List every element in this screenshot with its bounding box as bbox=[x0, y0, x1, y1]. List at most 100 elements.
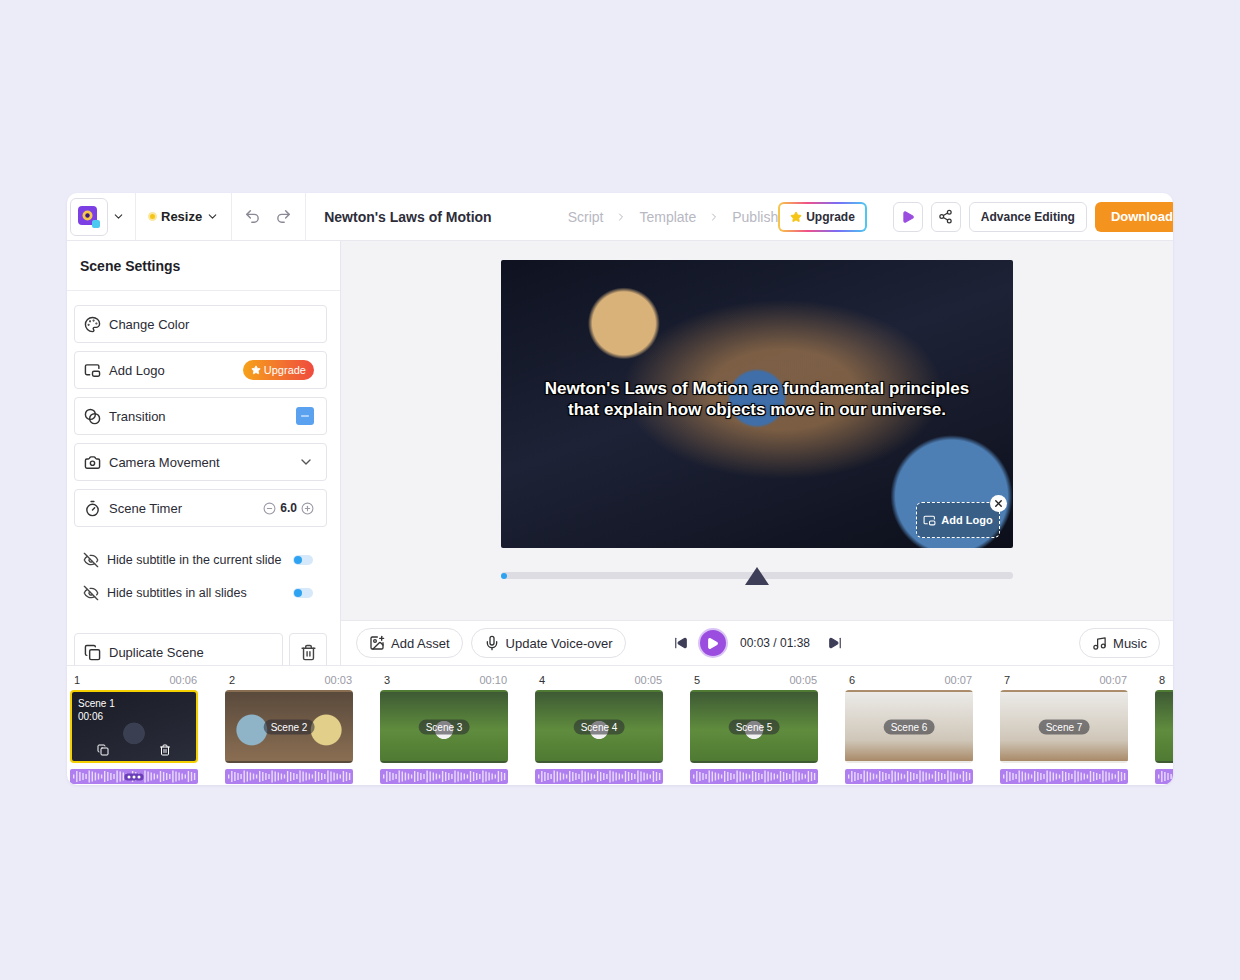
waveform bbox=[845, 769, 973, 784]
decrease-icon[interactable] bbox=[263, 502, 276, 515]
add-logo-overlay[interactable]: Add Logo bbox=[916, 502, 1000, 538]
settings-list: Change Color Add LogoUpgrade Transition Cam… bbox=[67, 291, 340, 665]
advance-editing-button[interactable]: Advance Editing bbox=[969, 202, 1087, 232]
resize-menu[interactable]: Resize bbox=[136, 193, 232, 240]
project-title[interactable]: Newton's Laws of Motion bbox=[324, 209, 491, 225]
scene-item[interactable]: 300:10Scene 3 bbox=[380, 673, 508, 785]
step[interactable]: Publish bbox=[732, 209, 778, 225]
panel-collapse-marker[interactable] bbox=[745, 567, 769, 585]
timer-stepper: 6.0 bbox=[263, 501, 314, 515]
step[interactable]: Script bbox=[568, 209, 604, 225]
upgrade-badge[interactable]: Upgrade bbox=[243, 360, 314, 380]
undo-button[interactable] bbox=[244, 208, 261, 225]
scene-duration: 00:06 bbox=[169, 674, 197, 686]
app-logo-icon bbox=[77, 205, 101, 229]
scene-thumbnail[interactable]: Scene 100:06 bbox=[70, 690, 198, 763]
panel-title: Scene Settings bbox=[67, 241, 340, 291]
scene-audio[interactable] bbox=[1155, 769, 1173, 784]
scene-number: 1 bbox=[74, 674, 80, 686]
close-logo-button[interactable] bbox=[990, 495, 1007, 512]
waveform bbox=[1000, 769, 1128, 784]
skip-forward-icon bbox=[828, 636, 842, 650]
add-asset-button[interactable]: Add Asset bbox=[356, 628, 463, 658]
preview-button[interactable] bbox=[893, 202, 923, 232]
audio-handle[interactable] bbox=[125, 773, 144, 780]
scene-thumbnail[interactable]: Scene 7 bbox=[1000, 690, 1128, 763]
toggle-switch[interactable] bbox=[293, 555, 313, 565]
scene-item[interactable]: 600:07Scene 6 bbox=[845, 673, 973, 785]
music-button[interactable]: Music bbox=[1079, 628, 1160, 658]
scene-number: 8 bbox=[1159, 674, 1165, 686]
delete-scene-button[interactable] bbox=[289, 633, 327, 665]
setting-icon bbox=[84, 454, 101, 471]
redo-button[interactable] bbox=[275, 208, 292, 225]
transition-toggle[interactable] bbox=[296, 407, 314, 425]
scene-item[interactable]: 8 bbox=[1155, 673, 1173, 785]
undo-icon bbox=[244, 208, 261, 225]
scene-audio[interactable] bbox=[1000, 769, 1128, 784]
editor-body: Scene SettingsChange ColorAdd LogoUpgrad… bbox=[67, 241, 1173, 665]
download-button[interactable]: Download bbox=[1095, 202, 1173, 232]
scene-thumbnail[interactable]: Scene 6 bbox=[845, 690, 973, 763]
scene-audio[interactable] bbox=[535, 769, 663, 784]
scene-audio[interactable] bbox=[845, 769, 973, 784]
setting-label: Change Color bbox=[109, 317, 314, 332]
upgrade-button[interactable]: Upgrade bbox=[778, 202, 867, 232]
scene-thumbnail[interactable]: Scene 4 bbox=[535, 690, 663, 763]
scene-item[interactable]: 700:07 Scene 7 bbox=[1000, 673, 1128, 785]
scene-audio[interactable] bbox=[690, 769, 818, 784]
scene-audio[interactable] bbox=[225, 769, 353, 784]
setting-row[interactable]: Transition bbox=[74, 397, 327, 435]
resize-label: Resize bbox=[161, 209, 202, 224]
scene-item[interactable]: 200:03 Scene 2 bbox=[225, 673, 353, 785]
increase-icon[interactable] bbox=[301, 502, 314, 515]
waveform bbox=[380, 769, 508, 784]
logo-box[interactable] bbox=[70, 198, 108, 236]
setting-row[interactable]: Scene Timer6.0 bbox=[74, 489, 327, 527]
setting-icon bbox=[84, 500, 101, 517]
scene-thumbnail[interactable]: Scene 2 bbox=[225, 690, 353, 763]
setting-row[interactable]: Change Color bbox=[74, 305, 327, 343]
next-button[interactable] bbox=[828, 636, 842, 650]
toggle-row: Hide subtitle in the current slide bbox=[74, 543, 327, 576]
progress-dot[interactable] bbox=[501, 573, 507, 579]
scene-audio[interactable] bbox=[70, 769, 198, 784]
scene-header: 200:03 bbox=[225, 673, 353, 687]
scene-header: 700:07 bbox=[1000, 673, 1128, 687]
logo-menu[interactable] bbox=[67, 193, 136, 240]
play-icon bbox=[901, 210, 915, 224]
share-button[interactable] bbox=[931, 202, 961, 232]
waveform bbox=[225, 769, 353, 784]
scene-item[interactable]: 400:05Scene 4 bbox=[535, 673, 663, 785]
scene-thumbnail[interactable]: Scene 3 bbox=[380, 690, 508, 763]
play-button[interactable] bbox=[698, 628, 728, 658]
update-voice-over-button[interactable]: Update Voice-over bbox=[471, 628, 626, 658]
setting-row[interactable]: Camera Movement bbox=[74, 443, 327, 481]
scene-audio[interactable] bbox=[380, 769, 508, 784]
copy-scene-button[interactable] bbox=[97, 744, 109, 756]
setting-icon bbox=[84, 408, 101, 425]
scene-label: Scene 7 bbox=[1039, 719, 1090, 734]
resize-dot bbox=[148, 212, 157, 221]
video-preview[interactable]: Newton's Laws of Motion are fundamental … bbox=[501, 260, 1013, 548]
scene-thumbnail[interactable]: Scene 5 bbox=[690, 690, 818, 763]
delete-scene-button[interactable] bbox=[159, 744, 171, 756]
progress-track[interactable] bbox=[501, 572, 1013, 579]
scene-item[interactable]: 1 00:06 Scene 100:06 bbox=[70, 673, 198, 785]
duplicate-scene-button[interactable]: Duplicate Scene bbox=[74, 633, 283, 665]
toggle-label: Hide subtitle in the current slide bbox=[107, 553, 285, 567]
scene-item[interactable]: 500:05Scene 5 bbox=[690, 673, 818, 785]
scene-number: 5 bbox=[694, 674, 700, 686]
scene-number: 7 bbox=[1004, 674, 1010, 686]
subtitle-line: that explain how objects move in our uni… bbox=[501, 399, 1013, 420]
scene-thumbnail[interactable] bbox=[1155, 690, 1173, 763]
scene-label: Scene 6 bbox=[884, 719, 935, 734]
step[interactable]: Template bbox=[639, 209, 696, 225]
setting-row[interactable]: Add LogoUpgrade bbox=[74, 351, 327, 389]
previous-button[interactable] bbox=[674, 636, 688, 650]
scene-duration: 00:03 bbox=[324, 674, 352, 686]
toggle-switch[interactable] bbox=[293, 588, 313, 598]
image-plus-icon bbox=[369, 635, 385, 651]
setting-label: Transition bbox=[109, 409, 288, 424]
chevron-down-icon bbox=[112, 210, 125, 223]
